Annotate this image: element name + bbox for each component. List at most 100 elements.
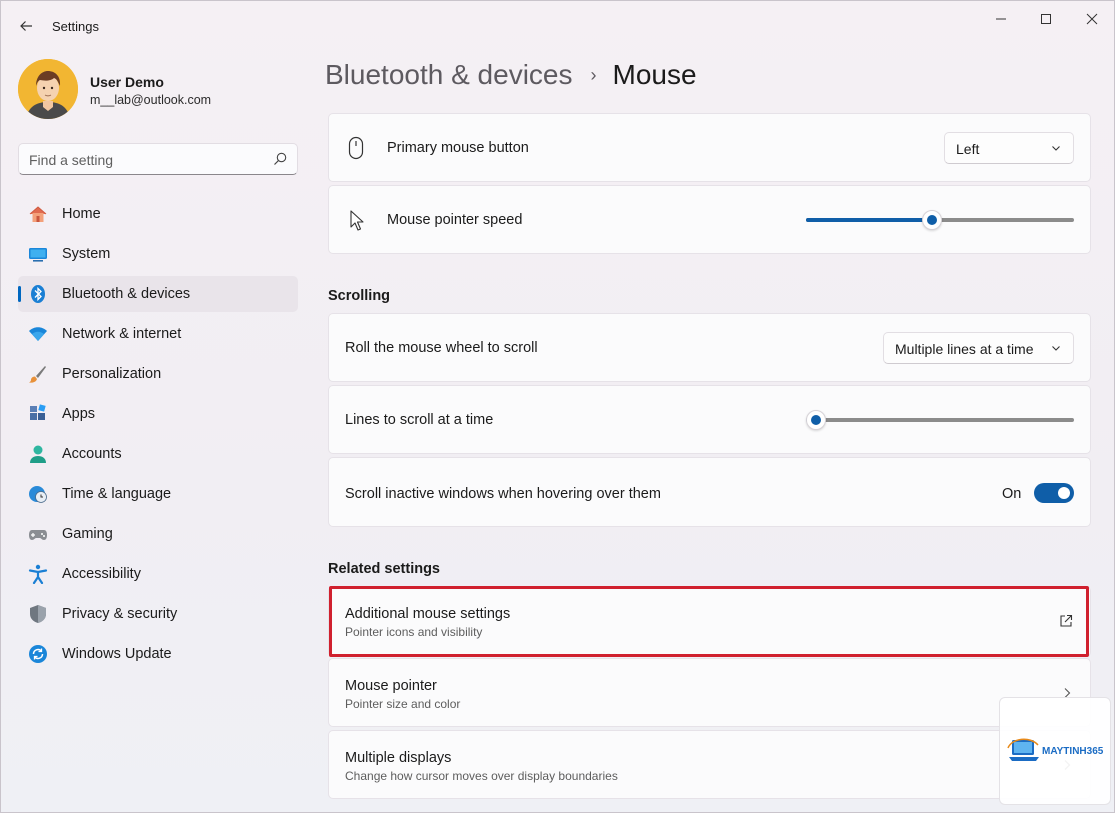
watermark-brand: MAYTINH365 (1042, 746, 1104, 757)
sidebar-item-privacy-security[interactable]: Privacy & security (18, 596, 298, 632)
lines-to-scroll-slider[interactable] (806, 409, 1074, 431)
sidebar-item-label: Home (62, 206, 101, 222)
user-email: m__lab@outlook.com (90, 93, 212, 107)
accessibility-icon (28, 564, 48, 584)
pointer-speed-label: Mouse pointer speed (387, 212, 523, 228)
pointer-speed-card: Mouse pointer speed (328, 185, 1091, 254)
breadcrumb-separator: › (590, 64, 597, 85)
toggle-state-label: On (1002, 486, 1022, 502)
minimize-icon (996, 18, 1006, 20)
close-icon (1086, 13, 1098, 25)
mouse-icon (348, 136, 364, 160)
related-item-title: Multiple displays (345, 750, 452, 766)
user-avatar-icon (18, 59, 78, 119)
related-settings-heading: Related settings (328, 561, 440, 577)
sidebar-item-label: Time & language (62, 486, 172, 502)
app-title: Settings (52, 19, 99, 34)
external-link-icon (1060, 614, 1073, 627)
pointer-icon (350, 210, 364, 231)
roll-wheel-label: Roll the mouse wheel to scroll (345, 340, 538, 356)
primary-mouse-button-label: Primary mouse button (387, 140, 529, 156)
sidebar-item-accessibility[interactable]: Accessibility (18, 556, 298, 592)
maximize-icon (1041, 14, 1051, 24)
person-icon (28, 444, 48, 464)
bluetooth-icon (28, 284, 48, 304)
search-box[interactable] (18, 143, 298, 175)
breadcrumb: Bluetooth & devices › Mouse (325, 59, 697, 91)
slider-thumb[interactable] (806, 410, 826, 430)
user-name: User Demo (90, 74, 164, 90)
monitor-icon (28, 244, 48, 264)
pointer-speed-slider[interactable] (806, 209, 1074, 231)
page-title: Mouse (612, 59, 697, 90)
select-value: Multiple lines at a time (895, 341, 1034, 357)
mouse-pointer-link[interactable]: Mouse pointer Pointer size and color (328, 658, 1091, 727)
related-item-subtitle: Pointer icons and visibility (345, 625, 483, 639)
roll-wheel-select[interactable]: Multiple lines at a time (883, 332, 1074, 364)
home-icon (28, 204, 48, 224)
slider-track (806, 418, 1074, 422)
globe-clock-icon (28, 484, 48, 504)
wifi-icon (28, 324, 48, 344)
roll-wheel-card: Roll the mouse wheel to scroll Multiple … (328, 313, 1091, 382)
sidebar-item-label: Personalization (62, 366, 162, 382)
sidebar-item-label: Bluetooth & devices (62, 286, 191, 302)
slider-thumb[interactable] (922, 210, 942, 230)
sidebar-item-gaming[interactable]: Gaming (18, 516, 298, 552)
related-item-subtitle: Change how cursor moves over display bou… (345, 769, 618, 783)
breadcrumb-parent[interactable]: Bluetooth & devices (325, 59, 573, 91)
primary-mouse-button-card: Primary mouse button Left (328, 113, 1091, 182)
title-bar: Settings (1, 1, 1114, 49)
sidebar-item-home[interactable]: Home (18, 196, 298, 232)
scroll-inactive-card: Scroll inactive windows when hovering ov… (328, 457, 1091, 527)
sidebar-item-bluetooth-devices[interactable]: Bluetooth & devices (18, 276, 298, 312)
shield-icon (28, 604, 48, 624)
related-item-title: Mouse pointer (345, 678, 437, 694)
brush-icon (28, 364, 48, 384)
selection-indicator (18, 286, 21, 302)
arrow-left-icon (20, 21, 32, 31)
sidebar-item-label: Apps (62, 406, 96, 422)
sidebar-item-accounts[interactable]: Accounts (18, 436, 298, 472)
scroll-inactive-label: Scroll inactive windows when hovering ov… (345, 486, 661, 502)
chevron-down-icon (1052, 346, 1060, 351)
apps-icon (28, 404, 48, 424)
sidebar-item-label: Network & internet (62, 326, 182, 342)
sidebar-item-time-language[interactable]: Time & language (18, 476, 298, 512)
back-button[interactable] (13, 13, 39, 39)
primary-mouse-button-select[interactable]: Left (944, 132, 1074, 164)
settings-window: Settings User Demo m__lab@outlook.com Fi… (0, 0, 1115, 813)
additional-mouse-settings-link[interactable]: Additional mouse settings Pointer icons … (328, 586, 1091, 657)
sidebar-item-label: Gaming (62, 526, 113, 542)
scrolling-heading: Scrolling (328, 288, 391, 304)
select-value: Left (956, 141, 980, 157)
slider-fill (806, 218, 932, 222)
chevron-down-icon (1052, 146, 1060, 151)
laptop-logo-icon (1007, 738, 1039, 761)
search-input[interactable] (29, 151, 259, 169)
search-icon[interactable] (273, 152, 287, 166)
sidebar-item-personalization[interactable]: Personalization (18, 356, 298, 392)
lines-to-scroll-card: Lines to scroll at a time (328, 385, 1091, 454)
maximize-button[interactable] (1033, 7, 1059, 31)
scroll-inactive-toggle[interactable] (1034, 483, 1074, 503)
close-button[interactable] (1079, 7, 1105, 31)
sidebar-item-windows-update[interactable]: Windows Update (18, 636, 298, 672)
multiple-displays-link[interactable]: Multiple displays Change how cursor move… (328, 730, 1091, 799)
sidebar-item-system[interactable]: System (18, 236, 298, 272)
sidebar-item-label: Privacy & security (62, 606, 178, 622)
sidebar-item-label: System (62, 246, 111, 262)
update-icon (28, 644, 48, 664)
minimize-button[interactable] (988, 7, 1014, 31)
lines-to-scroll-label: Lines to scroll at a time (345, 412, 494, 428)
sidebar-item-label: Accessibility (62, 566, 141, 582)
sidebar-item-network[interactable]: Network & internet (18, 316, 298, 352)
related-item-title: Additional mouse settings (345, 606, 511, 622)
sidebar-item-label: Accounts (62, 446, 122, 462)
sidebar-nav: Home System Bluetooth & devices Network … (18, 196, 298, 676)
gamepad-icon (28, 524, 48, 544)
avatar[interactable] (18, 59, 78, 119)
related-item-subtitle: Pointer size and color (345, 697, 461, 711)
sidebar-item-apps[interactable]: Apps (18, 396, 298, 432)
sidebar-item-label: Windows Update (62, 646, 172, 662)
